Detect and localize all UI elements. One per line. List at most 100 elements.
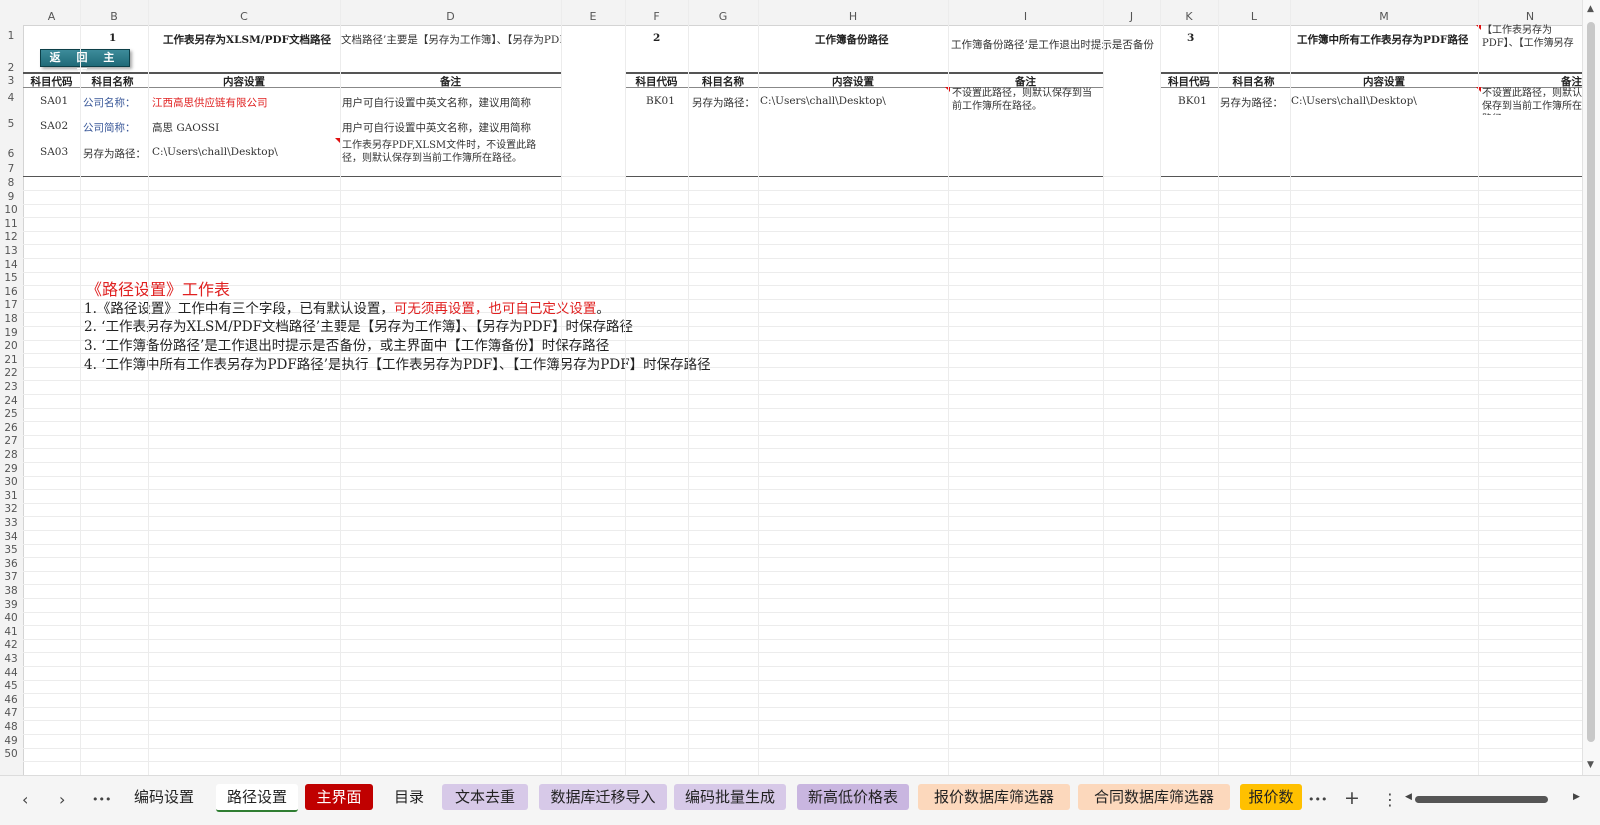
table1-row2-code[interactable]: SA02: [40, 120, 68, 132]
row-header[interactable]: 4: [0, 92, 22, 106]
scroll-right-icon[interactable]: ▶: [1573, 792, 1580, 802]
row-header[interactable]: 49: [0, 735, 22, 749]
table1-row1-remark[interactable]: 用户可自行设置中英文名称，建议用简称: [342, 95, 531, 110]
tab-more-right-icon[interactable]: •••: [1308, 793, 1327, 806]
row-header[interactable]: 40: [0, 612, 22, 626]
row-header[interactable]: 37: [0, 571, 22, 585]
sheet-tab[interactable]: 合同数据库筛选器: [1078, 784, 1230, 810]
sheet-tab[interactable]: 目录: [384, 784, 434, 810]
row-header[interactable]: 16: [0, 286, 22, 300]
row-header[interactable]: 35: [0, 544, 22, 558]
column-header[interactable]: D: [340, 0, 561, 25]
column-header[interactable]: I: [948, 0, 1103, 25]
scroll-down-icon[interactable]: ▼: [1587, 760, 1594, 770]
column-header[interactable]: A: [23, 0, 80, 25]
row-header[interactable]: 28: [0, 449, 22, 463]
table3-row1-content[interactable]: C:\Users\chall\Desktop\: [1291, 95, 1417, 107]
table1-row3-remark[interactable]: 工作表另存PDF,XLSM文件时，不设置此路径，则默认保存到当前工作簿所在路径。: [342, 139, 550, 167]
row-header[interactable]: 39: [0, 599, 22, 613]
sheet-tab[interactable]: 路径设置: [216, 784, 298, 812]
column-header[interactable]: G: [688, 0, 758, 25]
sheet-tab[interactable]: 新高低价格表: [797, 784, 909, 810]
table1-row3-name[interactable]: 另存为路径：: [83, 146, 146, 161]
table2-row1-remark[interactable]: 不设置此路径，则默认保存到当前工作簿所在路径。: [952, 87, 1097, 115]
row-header[interactable]: 6: [0, 148, 22, 162]
table1-row2-remark[interactable]: 用户可自行设置中英文名称，建议用简称: [342, 120, 531, 135]
tab-more-left-icon[interactable]: •••: [92, 793, 111, 806]
back-to-main-button[interactable]: 返 回 主 页: [40, 49, 130, 80]
row-header[interactable]: 32: [0, 503, 22, 517]
table2-row1-content[interactable]: C:\Users\chall\Desktop\: [760, 95, 886, 107]
table1-row1-content[interactable]: 江西高思供应链有限公司: [152, 95, 268, 110]
table1-row2-name[interactable]: 公司简称：: [83, 120, 136, 135]
row-header[interactable]: 30: [0, 476, 22, 490]
row-header[interactable]: 18: [0, 313, 22, 327]
row-header[interactable]: 21: [0, 354, 22, 368]
row-header[interactable]: 17: [0, 299, 22, 313]
column-header[interactable]: K: [1160, 0, 1218, 25]
row-header[interactable]: 11: [0, 218, 22, 232]
row-header[interactable]: 26: [0, 422, 22, 436]
scroll-left-icon[interactable]: ◀: [1405, 792, 1412, 802]
table1-row3-code[interactable]: SA03: [40, 146, 68, 158]
row-header[interactable]: 8: [0, 177, 22, 191]
row-header[interactable]: 25: [0, 408, 22, 422]
row-header[interactable]: 1: [0, 30, 22, 44]
spreadsheet-grid[interactable]: ABCDEFGHIJKLMN 1 2 3 4 5 6 7 8 9 10 11 12 13 14 15 16 17…: [0, 0, 1582, 775]
table1-row1-code[interactable]: SA01: [40, 95, 68, 107]
row-header[interactable]: 44: [0, 667, 22, 681]
row-header[interactable]: 10: [0, 204, 22, 218]
column-header[interactable]: L: [1218, 0, 1290, 25]
row-header[interactable]: 3: [0, 75, 22, 89]
tab-next-icon[interactable]: ›: [59, 790, 65, 809]
column-header[interactable]: E: [561, 0, 625, 25]
sheet-tab[interactable]: 编码设置: [124, 784, 204, 810]
row-header[interactable]: 38: [0, 585, 22, 599]
table2-row1-code[interactable]: BK01: [646, 95, 675, 107]
vertical-scroll-thumb[interactable]: [1587, 22, 1595, 742]
column-header[interactable]: F: [625, 0, 688, 25]
row-header[interactable]: 42: [0, 639, 22, 653]
row-header[interactable]: 7: [0, 163, 22, 177]
tab-prev-icon[interactable]: ‹: [22, 790, 28, 809]
vertical-scrollbar[interactable]: ▲ ▼: [1582, 0, 1600, 775]
table1-row3-content[interactable]: C:\Users\chall\Desktop\: [152, 146, 278, 158]
row-header[interactable]: 46: [0, 694, 22, 708]
sheet-tab[interactable]: 数据库迁移导入: [539, 784, 667, 810]
row-header[interactable]: 41: [0, 626, 22, 640]
row-header[interactable]: 22: [0, 367, 22, 381]
row-header[interactable]: 45: [0, 680, 22, 694]
sheet-tab[interactable]: 报价数: [1240, 784, 1302, 810]
row-header[interactable]: 2: [0, 62, 22, 76]
scroll-up-icon[interactable]: ▲: [1587, 4, 1594, 14]
column-header[interactable]: N: [1478, 0, 1582, 25]
row-header[interactable]: 23: [0, 381, 22, 395]
column-header[interactable]: C: [148, 0, 340, 25]
row-header[interactable]: 20: [0, 340, 22, 354]
table3-row1-name[interactable]: 另存为路径：: [1220, 95, 1283, 110]
column-header[interactable]: H: [758, 0, 948, 25]
horizontal-scrollbar[interactable]: ◀ ▶: [1405, 792, 1585, 804]
sheet-tab[interactable]: 主界面: [305, 784, 373, 810]
column-header[interactable]: B: [80, 0, 148, 25]
table3-row1-code[interactable]: BK01: [1178, 95, 1207, 107]
row-header[interactable]: 27: [0, 435, 22, 449]
table1-row2-content[interactable]: 高思 GAOSSI: [152, 120, 219, 135]
column-header[interactable]: J: [1103, 0, 1160, 25]
horizontal-scroll-thumb[interactable]: [1415, 796, 1548, 803]
select-all-corner[interactable]: [0, 0, 24, 26]
column-header[interactable]: M: [1290, 0, 1478, 25]
row-header[interactable]: 36: [0, 558, 22, 572]
row-header[interactable]: 31: [0, 490, 22, 504]
table2-row1-name[interactable]: 另存为路径：: [692, 95, 755, 110]
sheet-tab[interactable]: 编码批量生成: [674, 784, 786, 810]
row-header[interactable]: 12: [0, 231, 22, 245]
row-header[interactable]: 15: [0, 272, 22, 286]
row-header[interactable]: 13: [0, 245, 22, 259]
sheet-menu-icon[interactable]: ⋮: [1382, 790, 1398, 809]
row-header[interactable]: 29: [0, 463, 22, 477]
row-header[interactable]: 19: [0, 327, 22, 341]
sheet-tab[interactable]: 报价数据库筛选器: [918, 784, 1070, 810]
table1-row1-name[interactable]: 公司名称：: [83, 95, 136, 110]
row-header[interactable]: 14: [0, 259, 22, 273]
